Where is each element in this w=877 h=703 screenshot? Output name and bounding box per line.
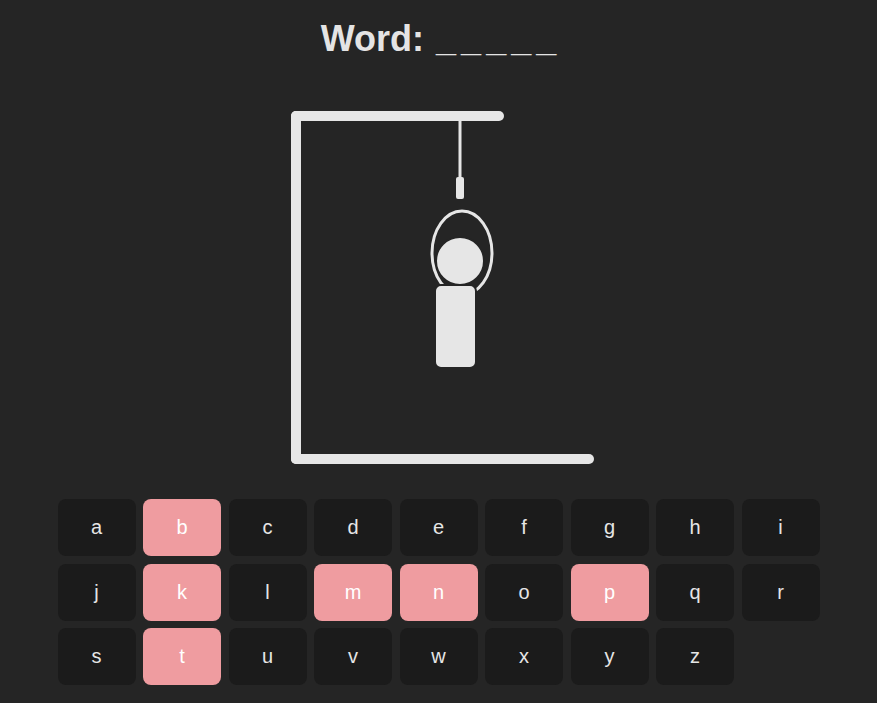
letter-key[interactable]: q <box>656 564 734 621</box>
letter-key[interactable]: v <box>314 628 392 685</box>
letter-key[interactable]: f <box>485 499 563 556</box>
letter-key[interactable]: d <box>314 499 392 556</box>
letter-key[interactable]: a <box>58 499 136 556</box>
letter-key[interactable]: m <box>314 564 392 621</box>
word-label: Word: <box>321 18 424 60</box>
letter-key[interactable]: s <box>58 628 136 685</box>
letter-slot: _ <box>461 18 481 60</box>
hangman-page: Word:_____abcdefghijklmnopqrstuvwxyz <box>0 0 877 703</box>
letter-key[interactable]: y <box>571 628 649 685</box>
letter-key[interactable]: n <box>400 564 478 621</box>
letter-key[interactable]: i <box>742 499 820 556</box>
letter-key[interactable]: k <box>143 564 221 621</box>
letter-key[interactable]: t <box>143 628 221 685</box>
letter-key[interactable]: h <box>656 499 734 556</box>
word-title: Word:_____ <box>321 18 556 60</box>
letter-slot: _ <box>436 18 456 60</box>
letter-key[interactable]: p <box>571 564 649 621</box>
letter-slot: _ <box>536 18 556 60</box>
head <box>432 211 492 295</box>
word-slots: _____ <box>436 18 556 60</box>
letter-key[interactable]: r <box>742 564 820 621</box>
letter-key[interactable]: l <box>229 564 307 621</box>
letter-key[interactable]: x <box>485 628 563 685</box>
body <box>435 285 476 368</box>
letter-key[interactable]: b <box>143 499 221 556</box>
letter-key[interactable]: o <box>485 564 563 621</box>
letter-key[interactable]: z <box>656 628 734 685</box>
letter-slot: _ <box>511 18 531 60</box>
letter-key[interactable]: g <box>571 499 649 556</box>
letter-keyboard: abcdefghi jklmnopqr stuvwxyz <box>58 499 820 685</box>
letter-slot: _ <box>486 18 506 60</box>
letter-key[interactable]: j <box>58 564 136 621</box>
letter-key[interactable]: c <box>229 499 307 556</box>
letter-key[interactable]: w <box>400 628 478 685</box>
gallows-drawing <box>279 105 599 470</box>
letter-key[interactable]: u <box>229 628 307 685</box>
gallows-icon <box>296 116 589 459</box>
letter-key[interactable]: e <box>400 499 478 556</box>
